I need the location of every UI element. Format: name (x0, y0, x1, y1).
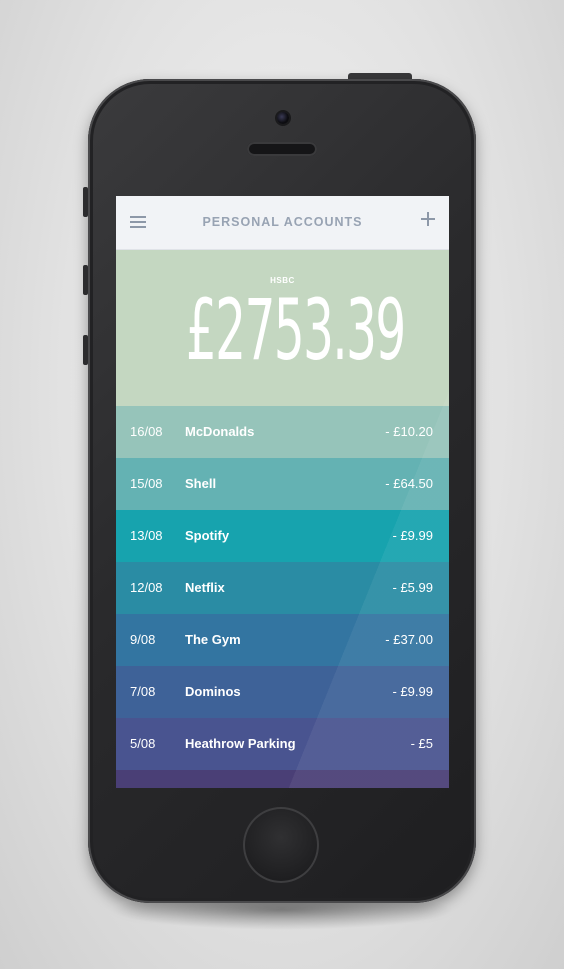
transaction-row[interactable]: 15/08 Shell - £64.50 (116, 458, 449, 510)
transaction-row[interactable]: 13/08 Spotify - £9.99 (116, 510, 449, 562)
mute-switch (83, 187, 88, 217)
transaction-date: 9/08 (130, 632, 156, 647)
transaction-merchant: Dominos (185, 684, 241, 699)
transaction-date: 12/08 (130, 580, 163, 595)
transaction-date: 5/08 (130, 736, 156, 751)
transaction-amount: - £64.50 (385, 476, 433, 491)
transaction-row[interactable]: 16/08 McDonalds - £10.20 (116, 406, 449, 458)
transaction-row[interactable]: 12/08 Netflix - £5.99 (116, 562, 449, 614)
transaction-date: 7/08 (130, 684, 156, 699)
transaction-row[interactable]: 7/08 Dominos - £9.99 (116, 666, 449, 718)
transaction-merchant: McDonalds (185, 424, 255, 439)
app-screen: PERSONAL ACCOUNTS HSBC £2753.39 16/08 McD… (116, 196, 449, 788)
account-balance: £2753.39 (185, 281, 406, 379)
transaction-amount: - £37.00 (385, 632, 433, 647)
top-navigation-bar: PERSONAL ACCOUNTS (116, 196, 449, 250)
transaction-merchant: Netflix (185, 580, 225, 595)
balance-panel: HSBC £2753.39 (116, 250, 449, 406)
transaction-merchant: Shell (185, 476, 217, 491)
transaction-amount: - £5.99 (392, 580, 433, 595)
page-title: PERSONAL ACCOUNTS (202, 215, 363, 229)
transaction-amount: - £9.99 (392, 528, 433, 543)
volume-down-button (83, 335, 88, 365)
transaction-date: 13/08 (130, 528, 163, 543)
transaction-merchant: Spotify (185, 528, 230, 543)
transaction-amount: - £9.99 (392, 684, 433, 699)
transaction-amount: - £5 (410, 736, 433, 751)
transaction-list: 16/08 McDonalds - £10.20 15/08 Shell - £64.50… (116, 406, 449, 770)
transaction-row[interactable]: 9/08 The Gym - £37.00 (116, 614, 449, 666)
volume-up-button (83, 265, 88, 295)
transaction-amount: - £10.20 (385, 424, 433, 439)
plus-icon[interactable] (421, 212, 435, 226)
earpiece-speaker (247, 142, 317, 156)
front-camera (277, 112, 289, 124)
transaction-merchant: The Gym (185, 632, 241, 647)
transaction-date: 16/08 (130, 424, 163, 439)
transaction-merchant: Heathrow Parking (185, 736, 296, 751)
transaction-date: 15/08 (130, 476, 163, 491)
home-button[interactable] (243, 807, 319, 883)
transaction-row[interactable]: 5/08 Heathrow Parking - £5 (116, 718, 449, 770)
